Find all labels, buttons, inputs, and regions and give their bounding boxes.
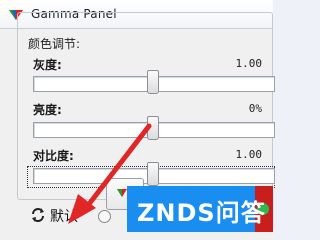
contrast-slider[interactable] (33, 162, 275, 186)
default-button-label: 默认 (50, 209, 78, 225)
info-icon (98, 210, 111, 223)
default-button[interactable]: 默认 (28, 204, 111, 226)
gray-value: 1.00 (235, 57, 263, 70)
brightness-label: 亮度: (33, 103, 62, 117)
contrast-slider-thumb[interactable] (147, 162, 159, 186)
gray-slider-thumb[interactable] (147, 70, 159, 94)
gray-slider[interactable] (33, 70, 275, 94)
contrast-label: 对比度: (33, 149, 74, 163)
brightness-slider[interactable] (33, 116, 275, 140)
refresh-icon (32, 208, 44, 222)
watermark-text: ZNDS问答 (137, 199, 266, 227)
gray-label: 灰度: (33, 58, 62, 72)
brightness-value: 0% (248, 102, 262, 115)
watermark-text-wrap: ZNDS问答 (127, 186, 273, 232)
color-adjust-group-label: 颜色调节: (25, 35, 84, 52)
contrast-value: 1.00 (235, 148, 263, 161)
brightness-slider-thumb[interactable] (147, 116, 159, 140)
